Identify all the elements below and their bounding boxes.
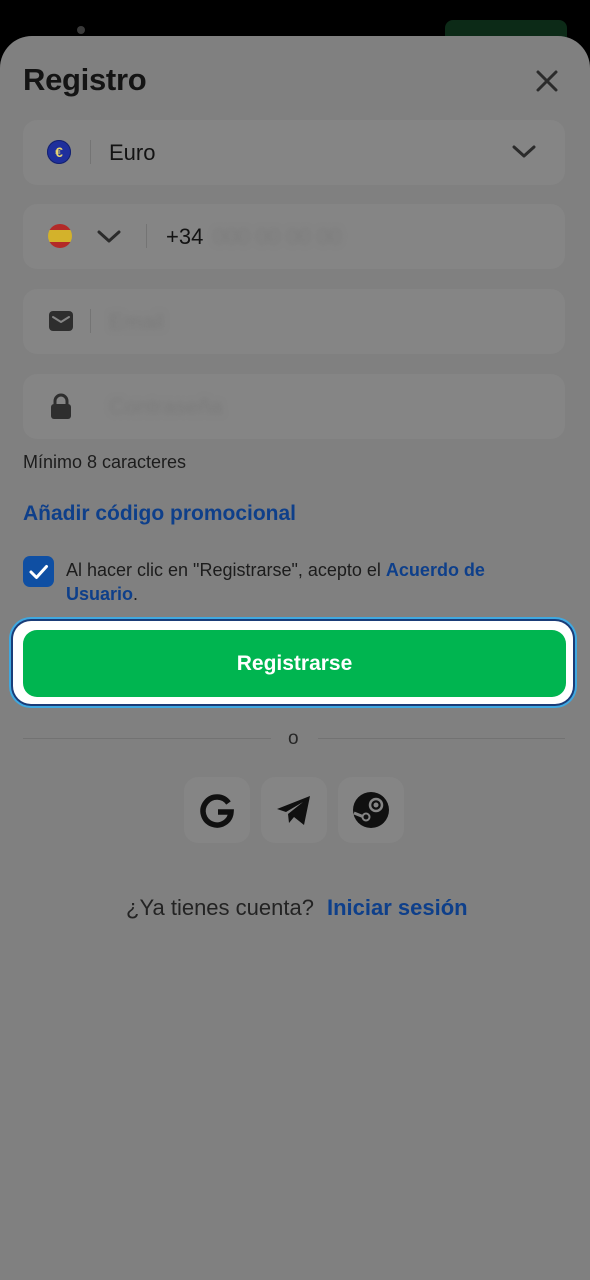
close-button[interactable]: [530, 64, 564, 98]
phone-field[interactable]: +34 000 00 00 00: [23, 204, 565, 269]
check-icon: [29, 565, 48, 579]
add-promo-code-link[interactable]: Añadir código promocional: [23, 502, 296, 526]
page-title: Registro: [23, 62, 147, 97]
google-login-button[interactable]: [184, 777, 250, 843]
steam-icon: [353, 792, 389, 828]
field-separator: [90, 309, 91, 333]
password-hint: Mínimo 8 caracteres: [23, 452, 187, 472]
email-placeholder: Email: [109, 309, 165, 334]
terms-label: Al hacer clic en "Registrarse", acepto e…: [66, 560, 386, 580]
chevron-down-icon: [512, 145, 536, 158]
field-separator: [90, 140, 91, 164]
terms-text: Al hacer clic en "Registrarse", acepto e…: [66, 558, 536, 606]
terms-end: .: [133, 584, 139, 604]
divider-right: [318, 738, 565, 739]
email-field[interactable]: Email: [23, 289, 565, 354]
telegram-login-button[interactable]: [261, 777, 327, 843]
currency-select[interactable]: € Euro: [23, 120, 565, 185]
lock-icon: [51, 393, 71, 419]
phone-prefix: +34: [166, 224, 204, 249]
envelope-icon: [49, 311, 73, 331]
phone-placeholder: 000 00 00 00: [213, 224, 342, 249]
camera-dot: [77, 26, 85, 34]
chevron-down-icon[interactable]: [97, 228, 121, 246]
currency-value: Euro: [109, 140, 156, 165]
login-link[interactable]: Iniciar sesión: [327, 895, 468, 921]
steam-login-button[interactable]: [338, 777, 404, 843]
terms-checkbox[interactable]: [23, 556, 54, 587]
password-field[interactable]: Contraseña: [23, 374, 565, 439]
close-icon: [536, 70, 558, 92]
spain-flag-icon: [48, 224, 72, 248]
status-bar: [0, 0, 590, 44]
euro-icon: €: [47, 140, 71, 164]
field-separator: [146, 224, 147, 248]
register-button[interactable]: Registrarse: [23, 630, 566, 697]
password-placeholder: Contraseña: [109, 394, 223, 419]
login-question: ¿Ya tienes cuenta?: [126, 895, 314, 920]
telegram-icon: [277, 796, 310, 825]
registration-sheet: Registro € Euro +34 000 00 00 00 Email C…: [0, 36, 590, 1280]
divider-label: o: [288, 728, 299, 749]
divider-left: [23, 738, 271, 739]
google-icon: [200, 794, 234, 828]
